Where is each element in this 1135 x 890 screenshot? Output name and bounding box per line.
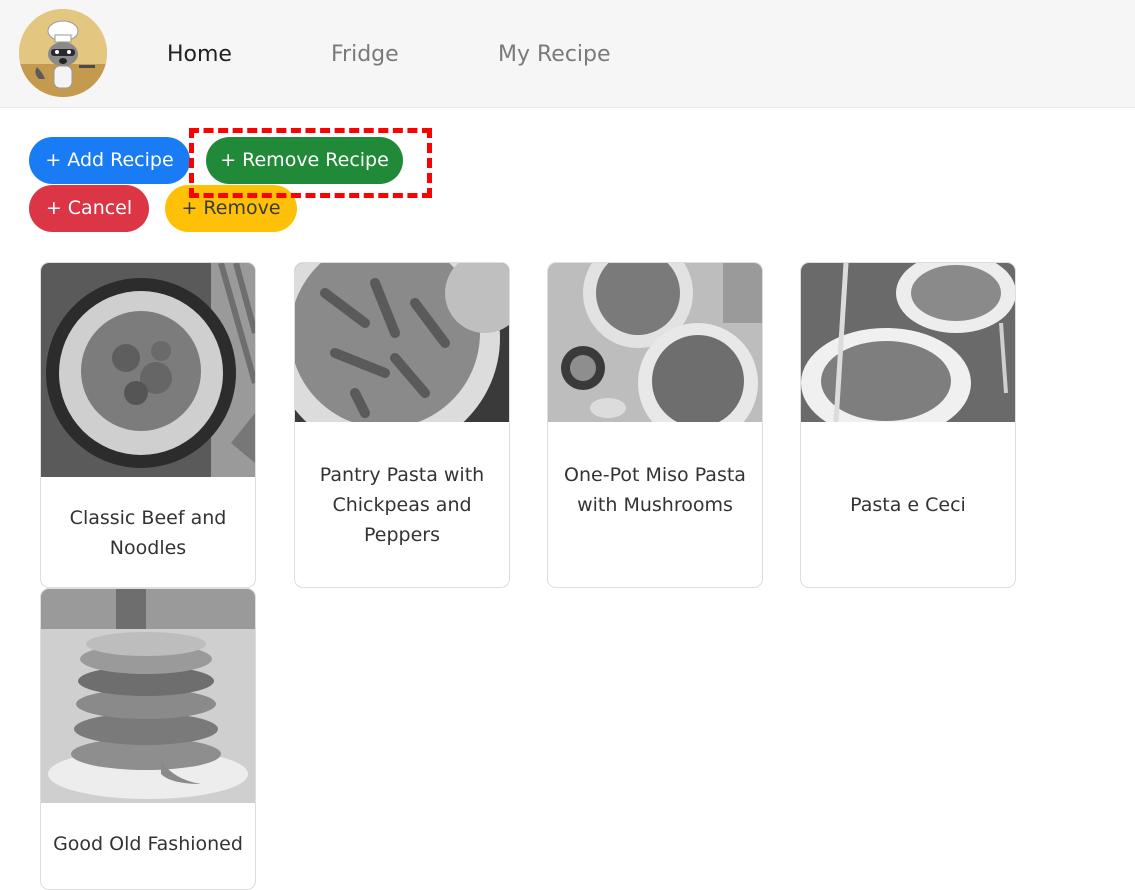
recipe-card[interactable]: One-Pot Miso Pasta with Mushrooms bbox=[547, 262, 763, 588]
beef-noodles-photo bbox=[41, 263, 255, 477]
cancel-button[interactable]: + Cancel bbox=[29, 185, 149, 232]
remove-recipe-button[interactable]: + Remove Recipe bbox=[206, 137, 403, 184]
recipe-card[interactable]: Classic Beef and Noodles bbox=[40, 262, 256, 588]
nav-my-recipe-link[interactable]: My Recipe bbox=[498, 40, 611, 70]
add-recipe-button[interactable]: + Add Recipe bbox=[29, 137, 190, 184]
remove-button[interactable]: + Remove bbox=[165, 185, 297, 232]
navbar: Home Fridge My Recipe bbox=[0, 0, 1135, 108]
recipe-title: Pasta e Ceci bbox=[850, 494, 966, 516]
recipe-card[interactable]: Pantry Pasta with Chickpeas and Peppers bbox=[294, 262, 510, 588]
miso-pasta-photo bbox=[548, 263, 762, 422]
recipe-title: Pantry Pasta with Chickpeas and Peppers bbox=[319, 464, 485, 546]
nav-home-link[interactable]: Home bbox=[167, 40, 232, 70]
raccoon-chef-logo-icon[interactable] bbox=[19, 9, 107, 97]
recipe-card[interactable]: Good Old Fashioned bbox=[40, 588, 256, 890]
pancakes-photo bbox=[41, 589, 255, 803]
nav-fridge-link[interactable]: Fridge bbox=[331, 40, 399, 70]
recipe-card[interactable]: Pasta e Ceci bbox=[800, 262, 1016, 588]
recipe-title: Classic Beef and Noodles bbox=[69, 507, 227, 559]
recipe-title: One-Pot Miso Pasta with Mushrooms bbox=[564, 464, 746, 516]
penne-pasta-photo bbox=[295, 263, 509, 422]
pasta-e-ceci-photo bbox=[801, 263, 1015, 422]
recipe-title: Good Old Fashioned bbox=[53, 833, 243, 855]
